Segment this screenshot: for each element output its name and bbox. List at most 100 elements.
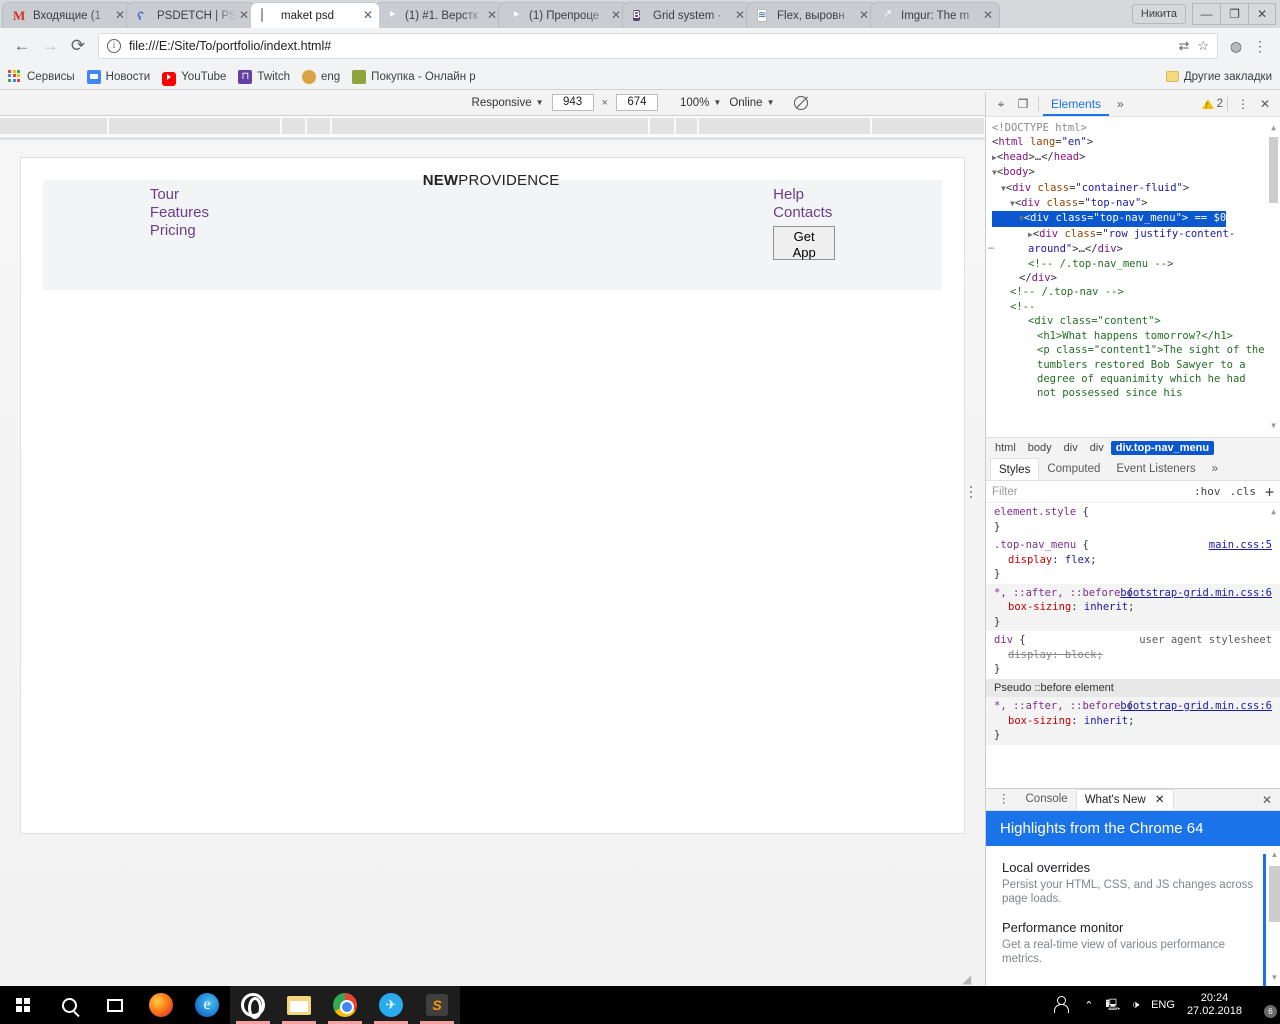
- drawer-close-icon[interactable]: ✕: [1262, 793, 1276, 807]
- dom-node-selected[interactable]: ▼<div class="top-nav_menu"> == $0: [992, 211, 1226, 226]
- css-declaration[interactable]: display: block;: [994, 648, 1272, 663]
- media-query-segment[interactable]: [650, 118, 675, 134]
- css-rule[interactable]: *, ::after, ::before {bootstrap-grid.min…: [986, 584, 1280, 632]
- breadcrumb-item[interactable]: html: [990, 441, 1021, 455]
- media-query-segment[interactable]: [307, 118, 331, 134]
- breadcrumb-item[interactable]: div: [1085, 441, 1109, 455]
- dom-node[interactable]: </div>: [992, 271, 1270, 285]
- scroll-down-icon[interactable]: ▼: [1269, 419, 1278, 433]
- page-info-icon[interactable]: i: [107, 39, 121, 53]
- nav-link-features[interactable]: Features: [150, 204, 209, 222]
- network-icon[interactable]: 🖳: [1105, 996, 1120, 1015]
- css-rule[interactable]: element.style {}: [986, 503, 1280, 536]
- css-selector[interactable]: element.style {: [994, 505, 1272, 520]
- back-icon[interactable]: ←: [8, 32, 36, 60]
- media-query-segment[interactable]: [699, 118, 871, 134]
- browser-tab[interactable]: B Grid system · ✕: [622, 2, 752, 28]
- css-rule-origin[interactable]: bootstrap-grid.min.css:6: [1120, 699, 1272, 714]
- bookmark-item-youtube[interactable]: YouTube: [162, 70, 226, 84]
- reload-icon[interactable]: ⟳: [64, 32, 92, 60]
- nav-link-contacts[interactable]: Contacts: [773, 204, 835, 222]
- browser-tab[interactable]: (1) #1. Верстк ✕: [374, 2, 504, 28]
- css-rule[interactable]: div {user agent stylesheetdisplay: block…: [986, 631, 1280, 679]
- media-query-segment[interactable]: [872, 118, 985, 134]
- get-app-button[interactable]: Get App: [773, 226, 835, 260]
- css-rule[interactable]: *, ::after, ::before {bootstrap-grid.min…: [986, 697, 1280, 745]
- edge-icon[interactable]: e: [184, 986, 230, 1024]
- bookmark-item-twitch[interactable]: ⊓ Twitch: [238, 70, 290, 84]
- hov-toggle[interactable]: :hov: [1194, 485, 1221, 498]
- zoom-select[interactable]: 100% ▼: [680, 97, 721, 109]
- styles-filter-input[interactable]: Filter: [992, 486, 1018, 498]
- browser-tab[interactable]: ≋ Flex, выровн ✕: [746, 2, 876, 28]
- volume-icon[interactable]: 🕩: [1132, 999, 1139, 1012]
- browser-tab[interactable]: Imgur: The m ✕: [870, 2, 1000, 28]
- tab-close-icon[interactable]: ✕: [733, 9, 747, 23]
- whats-new-scrollbar[interactable]: ▲ ▼: [1269, 850, 1280, 982]
- dom-node[interactable]: <html lang="en">: [992, 135, 1270, 149]
- tab-close-icon[interactable]: ✕: [113, 9, 127, 23]
- dom-node[interactable]: ▶<head>…</head>: [992, 150, 1270, 165]
- close-window-button[interactable]: ✕: [1248, 3, 1276, 25]
- breadcrumb-item[interactable]: div: [1059, 441, 1083, 455]
- dom-node[interactable]: ▼<body>: [992, 165, 1270, 180]
- whats-new-item[interactable]: Local overrides Persist your HTML, CSS, …: [1002, 860, 1264, 906]
- tab-close-icon[interactable]: ✕: [857, 9, 871, 23]
- windows-start-icon[interactable]: [0, 986, 46, 1024]
- maximize-button[interactable]: ❐: [1220, 3, 1248, 25]
- css-declaration[interactable]: box-sizing: inherit;: [994, 714, 1272, 729]
- devtools-close-icon[interactable]: ✕: [1254, 94, 1276, 114]
- bookmark-item-news[interactable]: Новости: [87, 70, 151, 84]
- new-style-rule-button[interactable]: +: [1265, 483, 1274, 501]
- nav-link-help[interactable]: Help: [773, 186, 835, 204]
- devtools-kebab-icon[interactable]: ⋮: [1232, 94, 1254, 114]
- profile-chip[interactable]: Никита: [1132, 4, 1186, 24]
- css-rule[interactable]: .top-nav_menu {main.css:5display: flex;}: [986, 536, 1280, 584]
- clock[interactable]: 20:24 27.02.2018: [1187, 992, 1242, 1018]
- extension-icon[interactable]: ◍: [1224, 34, 1248, 58]
- throttling-select[interactable]: Online ▼: [729, 97, 774, 109]
- media-query-segment[interactable]: [676, 118, 698, 134]
- dom-node[interactable]: <h1>What happens tomorrow?</h1>: [992, 329, 1270, 343]
- tab-close-icon[interactable]: ✕: [361, 9, 375, 23]
- tab-close-icon[interactable]: ✕: [237, 9, 251, 23]
- dom-node[interactable]: ▶<div class="row justify-content-around"…: [992, 227, 1270, 257]
- tab-computed[interactable]: Computed: [1039, 458, 1108, 480]
- minimize-button[interactable]: —: [1192, 3, 1220, 25]
- bookmark-star-icon[interactable]: ☆: [1197, 38, 1209, 54]
- css-declaration[interactable]: box-sizing: inherit;: [994, 600, 1272, 615]
- telegram-icon[interactable]: ✈: [368, 986, 414, 1024]
- dom-node[interactable]: <!DOCTYPE html>: [992, 121, 1270, 135]
- translate-icon[interactable]: ⇄: [1178, 38, 1189, 54]
- dom-node-badge[interactable]: …: [988, 239, 994, 253]
- sublime-text-icon[interactable]: S: [414, 986, 460, 1024]
- scroll-up-icon[interactable]: ▲: [1269, 850, 1280, 859]
- bookmark-item-eng[interactable]: eng: [302, 70, 340, 84]
- dom-node[interactable]: <!-- /.top-nav_menu -->: [992, 257, 1270, 271]
- tab-whats-new[interactable]: What's New ✕: [1076, 789, 1174, 810]
- tab-close-icon[interactable]: ✕: [485, 9, 499, 23]
- devtools-split-handle[interactable]: [968, 480, 974, 504]
- dom-node[interactable]: <p class="content1">The sight of the tum…: [992, 343, 1270, 401]
- nav-link-pricing[interactable]: Pricing: [150, 222, 209, 240]
- css-rule-origin[interactable]: bootstrap-grid.min.css:6: [1120, 586, 1272, 601]
- show-hidden-icons-chevron[interactable]: ⌃: [1084, 999, 1093, 1012]
- language-indicator[interactable]: ENG: [1151, 999, 1175, 1011]
- browser-tab[interactable]: (1) Препроце ✕: [498, 2, 628, 28]
- media-query-segment[interactable]: [332, 118, 649, 134]
- toggle-device-toolbar-icon[interactable]: ❐: [1012, 94, 1034, 114]
- css-rule-origin[interactable]: main.css:5: [1209, 538, 1272, 553]
- dom-node[interactable]: ▼<div class="top-nav">: [992, 196, 1270, 211]
- forward-icon[interactable]: →: [36, 32, 64, 60]
- tab-close-icon[interactable]: ✕: [609, 9, 623, 23]
- warnings-indicator[interactable]: 2: [1202, 98, 1223, 110]
- css-declaration[interactable]: display: flex;: [994, 553, 1272, 568]
- address-bar[interactable]: i file:///E:/Site/To/portfolio/indext.ht…: [98, 33, 1218, 59]
- notifications-icon[interactable]: 6: [1254, 995, 1274, 1015]
- no-throttling-icon[interactable]: [794, 96, 808, 110]
- device-preset-select[interactable]: Responsive ▼: [472, 97, 544, 109]
- people-icon[interactable]: [1054, 996, 1072, 1014]
- task-view-icon[interactable]: [92, 986, 138, 1024]
- tab-console[interactable]: Console: [1018, 789, 1076, 810]
- tab-elements[interactable]: Elements: [1043, 92, 1109, 116]
